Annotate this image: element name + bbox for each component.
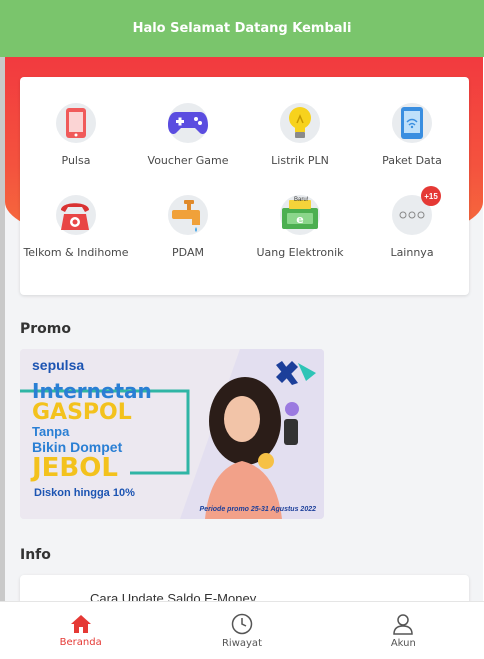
nav-label-riwayat: Riwayat [221, 637, 262, 649]
banner-line2: GASPOL [32, 400, 132, 425]
e-money-icon: e Baru! [280, 195, 320, 235]
service-label: Lainnya [390, 246, 434, 259]
phone-icon [56, 103, 96, 143]
nav-akun[interactable]: Akun [323, 602, 484, 659]
bottom-nav: Beranda Riwayat Akun [0, 601, 484, 659]
more-icon: +15 [392, 186, 441, 235]
promo-title: Promo [20, 321, 71, 337]
service-label: Voucher Game [147, 154, 229, 167]
water-tap-icon [168, 195, 208, 235]
banner-line3: Tanpa [32, 424, 70, 439]
gamepad-icon [168, 103, 208, 143]
service-label: Telkom & Indihome [23, 246, 129, 259]
service-label: Uang Elektronik [256, 246, 344, 259]
telephone-icon [56, 195, 96, 235]
app-header: Halo Selamat Datang Kembali [0, 0, 484, 57]
banner-line5: JEBOL [32, 453, 118, 483]
content-area[interactable]: Pulsa Voucher Game Listrik PLN Paket Dat… [5, 57, 483, 658]
service-label: Paket Data [382, 154, 442, 167]
service-voucher-game[interactable]: Voucher Game [132, 103, 244, 168]
home-icon [70, 614, 91, 633]
user-icon [393, 613, 414, 635]
banner-brand: sepulsa [32, 357, 85, 373]
info-title: Info [20, 547, 51, 563]
service-telkom-indihome[interactable]: Telkom & Indihome [20, 195, 132, 260]
service-label: Listrik PLN [271, 154, 329, 167]
service-paket-data[interactable]: Paket Data [356, 103, 468, 168]
nav-label-beranda: Beranda [59, 636, 102, 648]
lightbulb-icon [280, 103, 320, 143]
promo-banner[interactable]: sepulsa Internetan GASPOL Tanpa Bikin Do… [20, 349, 324, 519]
service-uang-elektronik[interactable]: e Baru! Uang Elektronik [244, 195, 356, 260]
service-pulsa[interactable]: Pulsa [20, 103, 132, 168]
nav-beranda[interactable]: Beranda [0, 602, 161, 659]
banner-discount: Diskon hingga 10% [34, 487, 135, 499]
service-pdam[interactable]: PDAM [132, 195, 244, 260]
service-label: Pulsa [61, 154, 91, 167]
svg-text:e: e [296, 213, 303, 226]
nav-riwayat[interactable]: Riwayat [161, 602, 322, 659]
count-badge: +15 [421, 186, 441, 206]
services-card: Pulsa Voucher Game Listrik PLN Paket Dat… [20, 77, 469, 295]
service-listrik-pln[interactable]: Listrik PLN [244, 103, 356, 168]
service-label: PDAM [172, 246, 204, 259]
data-phone-icon [392, 103, 432, 143]
clock-icon [231, 613, 253, 634]
service-lainnya[interactable]: +15 Lainnya [356, 186, 468, 260]
nav-label-akun: Akun [390, 637, 416, 649]
new-tag: Baru! [294, 197, 309, 203]
header-title: Halo Selamat Datang Kembali [132, 21, 352, 36]
banner-period: Periode promo 25-31 Agustus 2022 [199, 506, 316, 513]
